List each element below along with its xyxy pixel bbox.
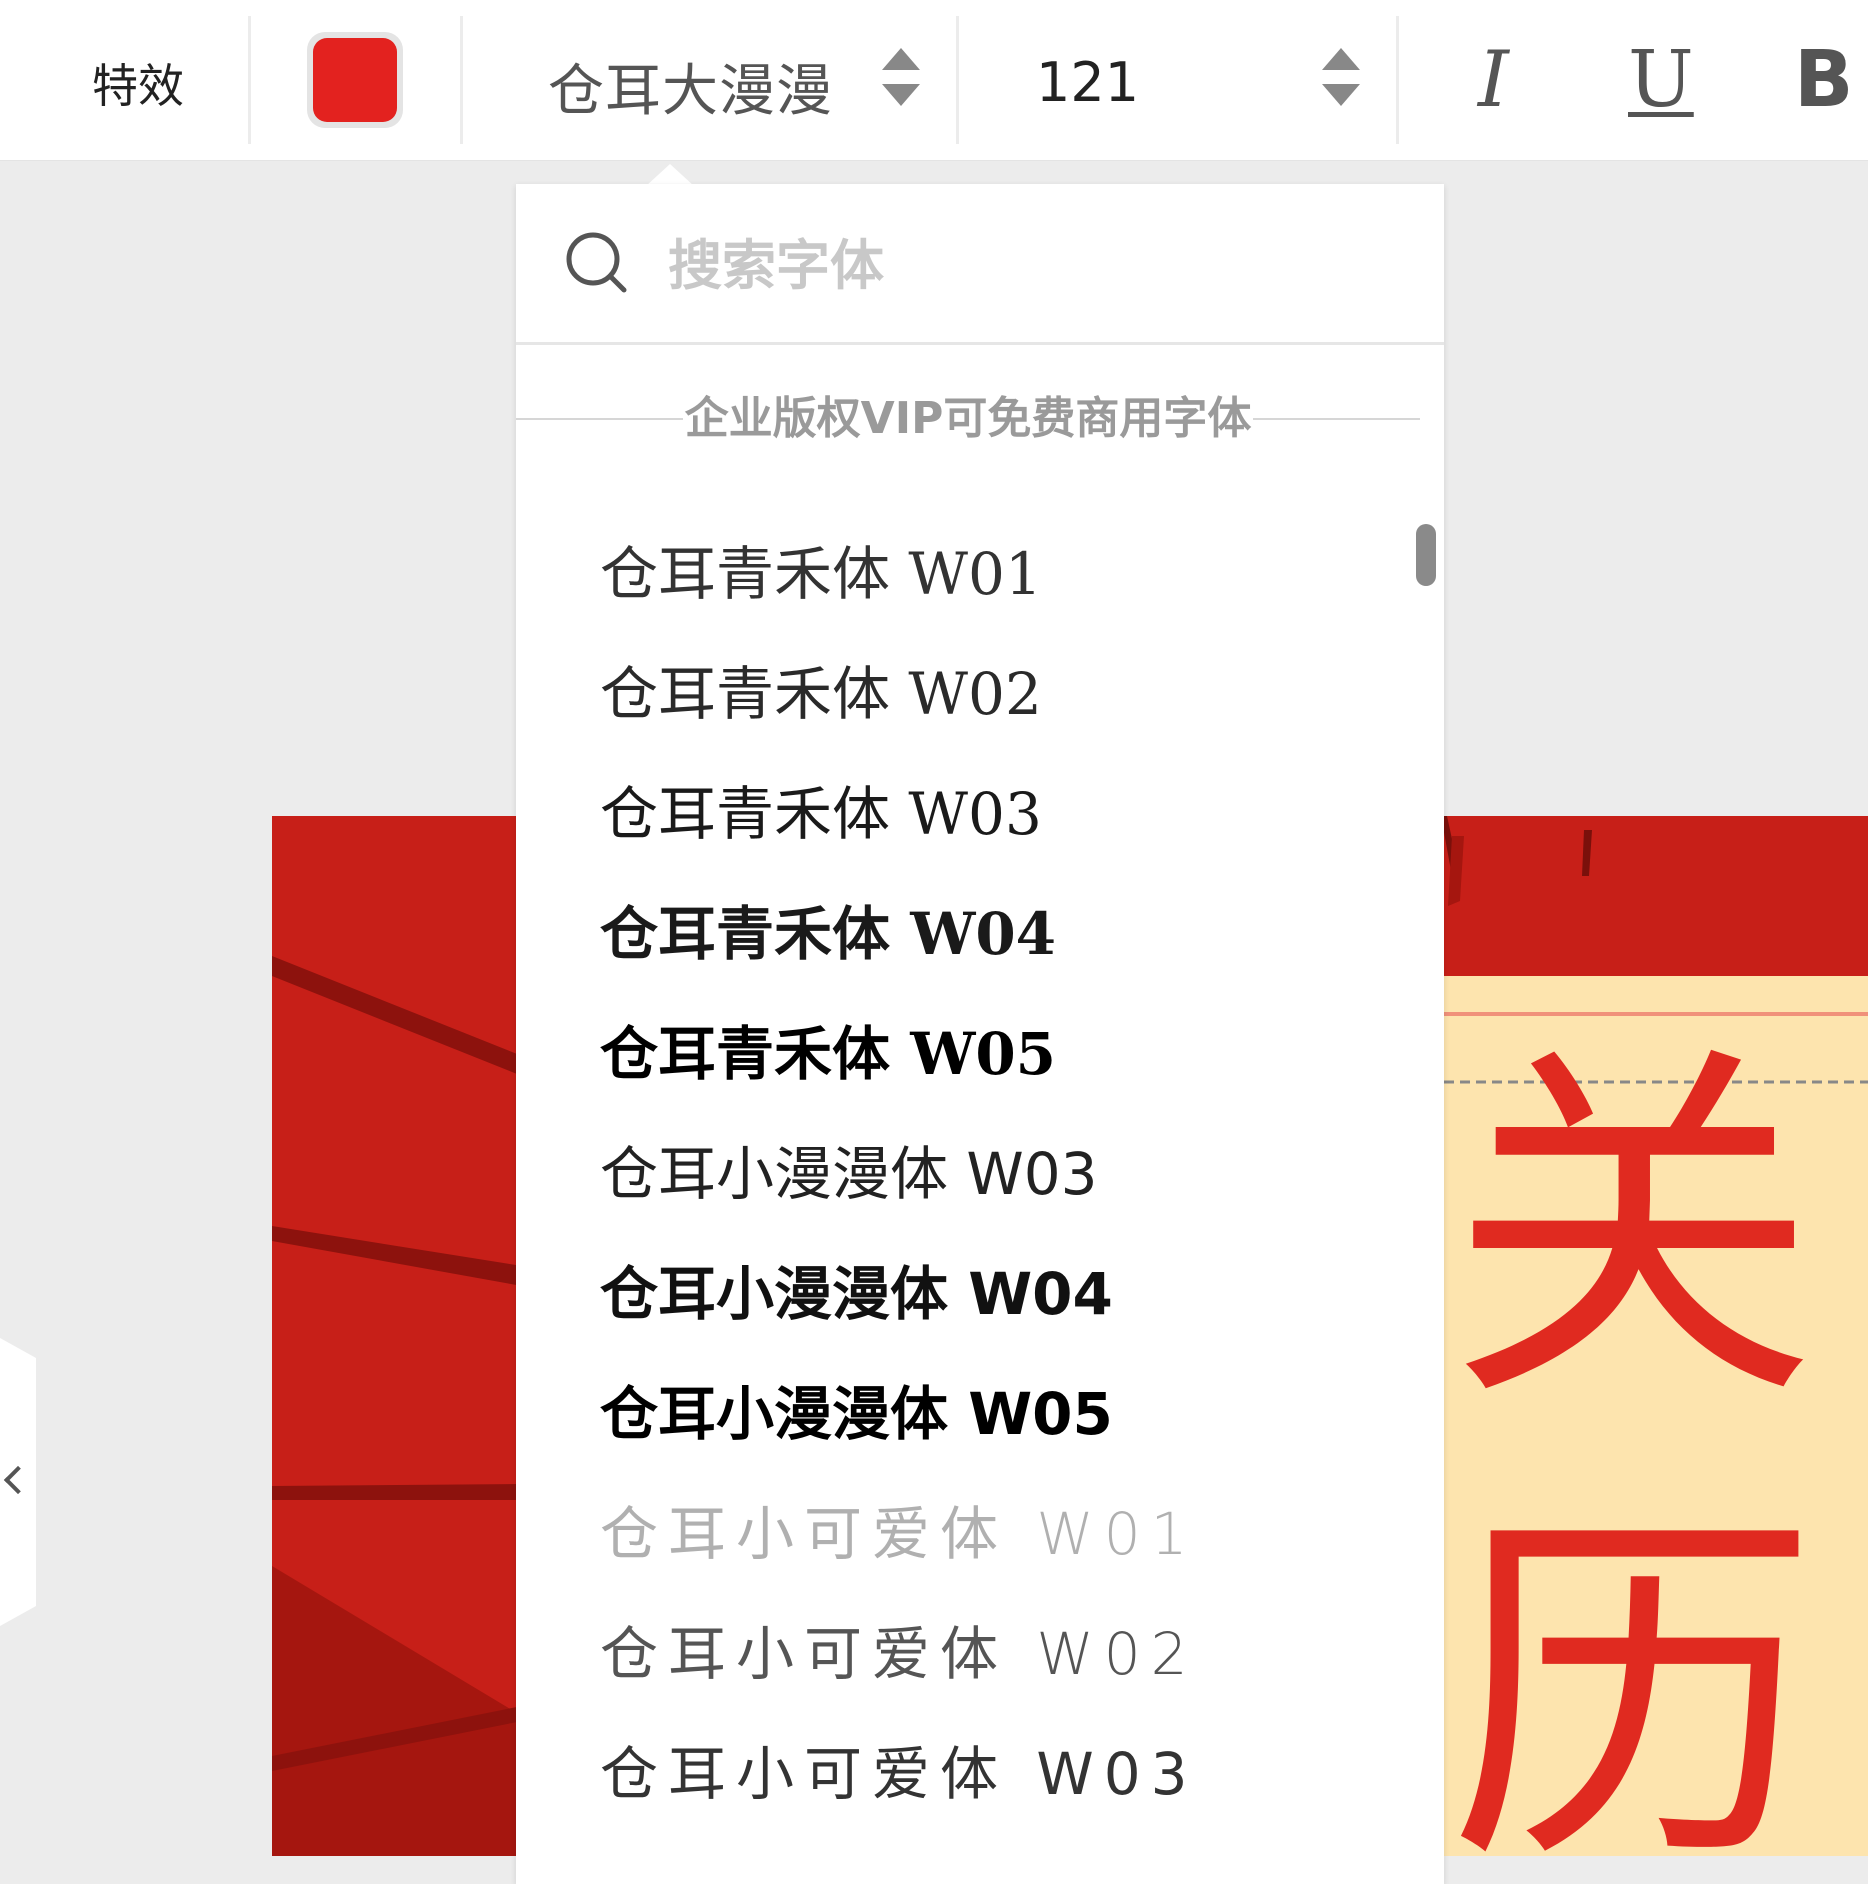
search-icon [566, 232, 627, 293]
italic-button[interactable]: I [1478, 30, 1509, 130]
color-fill [313, 38, 397, 122]
underline-button[interactable]: U [1628, 30, 1694, 130]
font-search-bar [516, 184, 1444, 345]
font-option[interactable]: 仓耳小漫漫体 W05 [600, 1364, 1360, 1464]
font-family-value: 仓耳大漫漫 [548, 59, 833, 124]
decrement-icon [1322, 84, 1360, 106]
font-option[interactable]: 仓耳青禾体 W01 [600, 524, 1360, 624]
font-option[interactable]: 仓耳小漫漫体 W03 [600, 1124, 1360, 1224]
dropdown-caret [646, 164, 694, 186]
font-option[interactable]: 仓耳青禾体 W02 [600, 644, 1360, 744]
font-size-stepper-icon[interactable] [1318, 42, 1364, 122]
font-option[interactable]: 仓耳青禾体 W03 [600, 764, 1360, 864]
font-size-input[interactable] [1034, 42, 1238, 122]
font-option[interactable]: 仓耳小可爱体 W02 [600, 1604, 1360, 1704]
chevron-up-icon [882, 48, 920, 70]
font-option[interactable]: 仓耳小漫漫体 W04 [600, 1244, 1360, 1344]
font-option[interactable]: 仓耳青禾体 W04 [600, 884, 1360, 984]
effects-button[interactable]: 特效 [92, 50, 184, 116]
font-list-scrollbar[interactable] [1416, 524, 1436, 586]
font-family-select[interactable]: 仓耳大漫漫 [548, 42, 928, 124]
headline-char: 关 [1448, 1017, 1818, 1447]
chevron-down-icon [882, 84, 920, 106]
toolbar-divider [460, 16, 463, 144]
font-dropdown: 企业版权VIP可免费商用字体 仓耳青禾体 W01 仓耳青禾体 W02 仓耳青禾体… [516, 184, 1444, 1884]
increment-icon [1322, 48, 1360, 70]
font-search-input[interactable] [666, 224, 1370, 306]
chevron-left-icon [4, 1466, 32, 1494]
bold-button[interactable]: B [1794, 30, 1853, 130]
headline-char: 历 [1448, 1481, 1818, 1856]
toolbar-divider [956, 16, 959, 144]
font-option[interactable]: 仓耳小可爱体 W01 [600, 1484, 1360, 1584]
font-option[interactable]: 仓耳青禾体 W05 [600, 1004, 1360, 1104]
section-title: 企业版权VIP可免费商用字体 [682, 393, 1254, 444]
text-toolbar: 特效 仓耳大漫漫 I U B [0, 0, 1868, 161]
toolbar-divider [248, 16, 251, 144]
font-family-stepper-icon[interactable] [878, 42, 924, 122]
text-color-swatch[interactable] [307, 32, 403, 128]
collapse-panel-tab[interactable] [0, 1338, 36, 1626]
section-header: 企业版权VIP可免费商用字体 [516, 382, 1420, 444]
toolbar-divider [1396, 16, 1399, 144]
font-option[interactable]: 仓耳小可爱体 W03 [600, 1724, 1360, 1824]
